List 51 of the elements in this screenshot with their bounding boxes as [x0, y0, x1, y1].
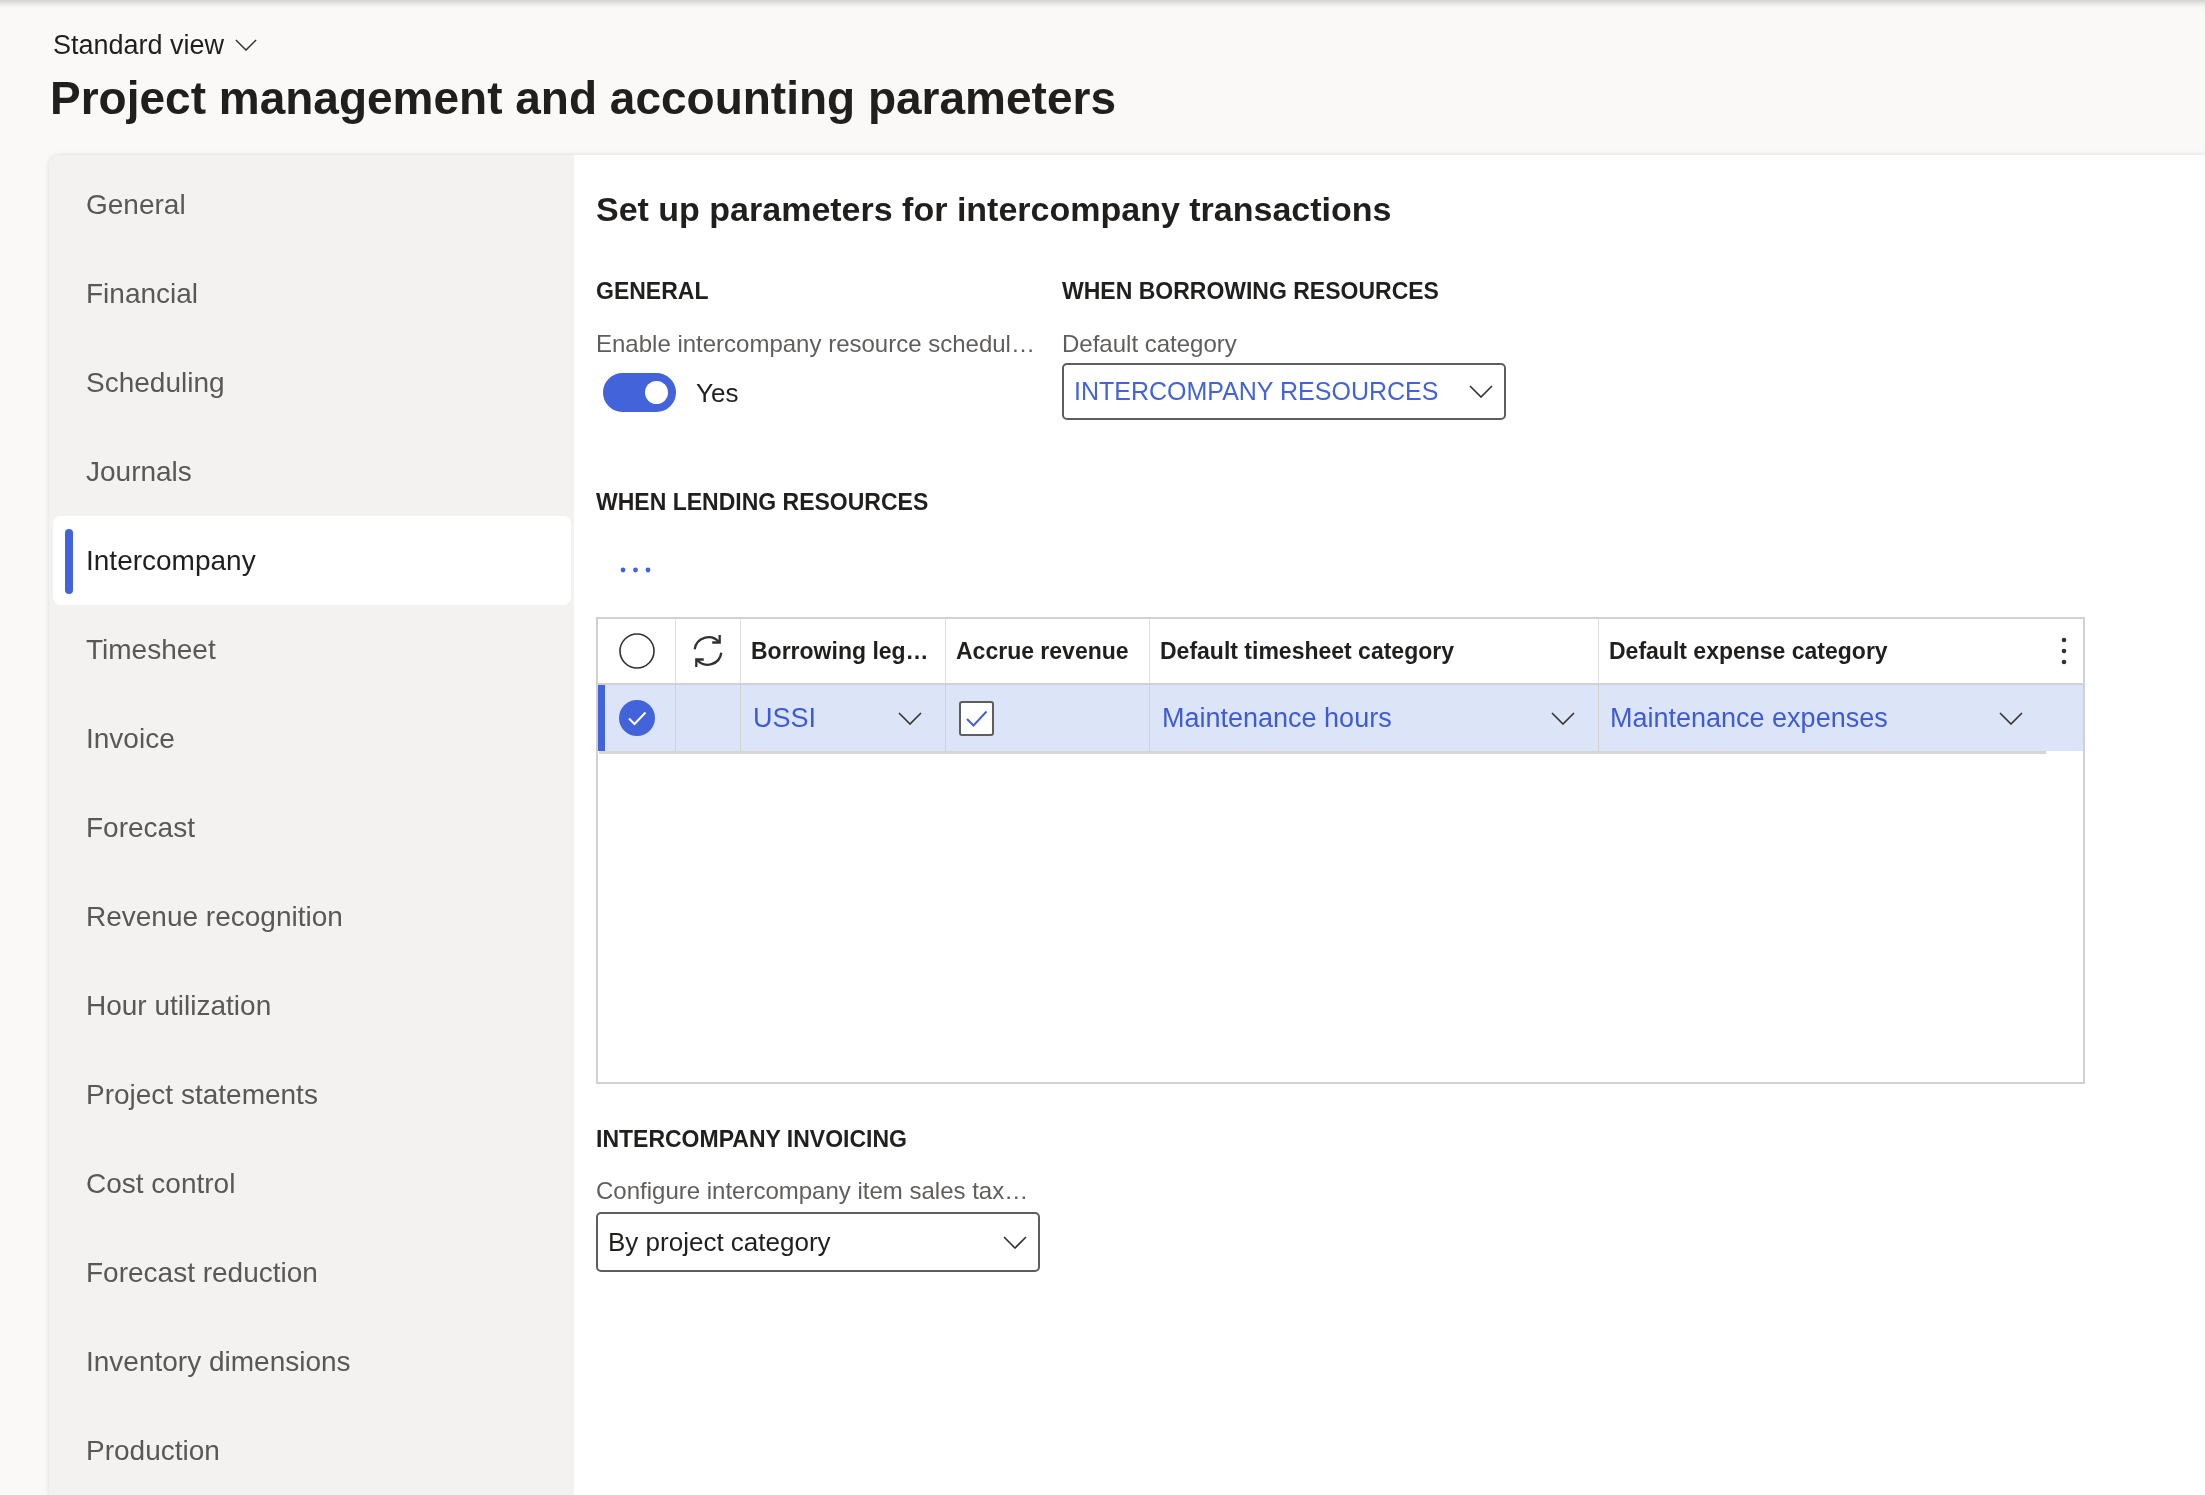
chevron-down-icon: [235, 39, 258, 51]
section-title: WHEN BORROWING RESOURCES: [1062, 277, 1440, 306]
sidebar-item[interactable]: Revenue recognition: [53, 872, 571, 961]
sidebar-item[interactable]: Inventory dimensions: [53, 1317, 571, 1406]
view-selector[interactable]: Standard view: [50, 27, 258, 63]
sidebar-item[interactable]: Production: [53, 1406, 571, 1495]
toggle-switch[interactable]: [603, 373, 676, 412]
sidebar-item[interactable]: Financial: [53, 249, 571, 338]
sidebar-item[interactable]: Forecast: [53, 783, 571, 872]
column-header[interactable]: Borrowing leg…: [751, 636, 929, 666]
sidebar-item[interactable]: Project statements: [53, 1050, 571, 1139]
table-row[interactable]: USSI Maintenance hours Maintenance expenses: [598, 685, 2083, 751]
more-icon[interactable]: [2061, 637, 2067, 665]
field-label: Default category: [1062, 329, 1238, 359]
page-title: Project management and accounting parameters: [50, 71, 1117, 126]
chevron-down-icon: [898, 711, 922, 725]
dropdown-field[interactable]: By project category: [596, 1212, 1040, 1272]
sidebar-item[interactable]: General: [53, 160, 571, 249]
sidebar-item[interactable]: Intercompany: [53, 516, 571, 605]
selection-indicator: [65, 529, 73, 594]
toggle-value: Yes: [696, 376, 739, 410]
refresh-icon[interactable]: [691, 634, 725, 668]
row-select-checkbox[interactable]: [618, 700, 655, 736]
field-label: Enable intercompany resource schedul…: [596, 329, 1036, 359]
chevron-down-icon: [1003, 1235, 1027, 1249]
sidebar-item[interactable]: Invoice: [53, 694, 571, 783]
dropdown-field[interactable]: USSI: [741, 685, 945, 751]
selection-indicator: [598, 685, 605, 751]
sidebar-item[interactable]: Forecast reduction: [53, 1228, 571, 1317]
sidebar-item[interactable]: Cost control: [53, 1139, 571, 1228]
select-all-checkbox[interactable]: [618, 633, 655, 669]
field-label: Configure intercompany item sales tax…: [596, 1176, 1029, 1206]
chevron-down-icon: [1469, 385, 1493, 398]
section-title: WHEN LENDING RESOURCES: [596, 488, 929, 517]
horizontal-scrollbar[interactable]: [599, 751, 2046, 754]
sidebar-item[interactable]: Timesheet: [53, 605, 571, 694]
column-header[interactable]: Default expense category: [1609, 636, 1888, 666]
sidebar-item[interactable]: Journals: [53, 427, 571, 516]
column-header[interactable]: Accrue revenue: [956, 636, 1129, 666]
sidebar-item[interactable]: Hour utilization: [53, 961, 571, 1050]
dropdown-field[interactable]: Maintenance expenses: [1599, 685, 2043, 751]
section-title: INTERCOMPANY INVOICING: [596, 1125, 907, 1154]
section-title: GENERAL: [596, 277, 710, 306]
sidebar-item[interactable]: Scheduling: [53, 338, 571, 427]
dropdown-field[interactable]: INTERCOMPANY RESOURCES: [1062, 363, 1506, 420]
checkbox[interactable]: [959, 700, 994, 736]
column-header[interactable]: Default timesheet category: [1160, 636, 1454, 666]
section-heading: Set up parameters for intercompany transactions: [596, 189, 1392, 230]
chevron-down-icon: [1551, 711, 1575, 725]
dropdown-field[interactable]: Maintenance hours: [1150, 685, 1598, 751]
chevron-down-icon: [1999, 711, 2023, 725]
